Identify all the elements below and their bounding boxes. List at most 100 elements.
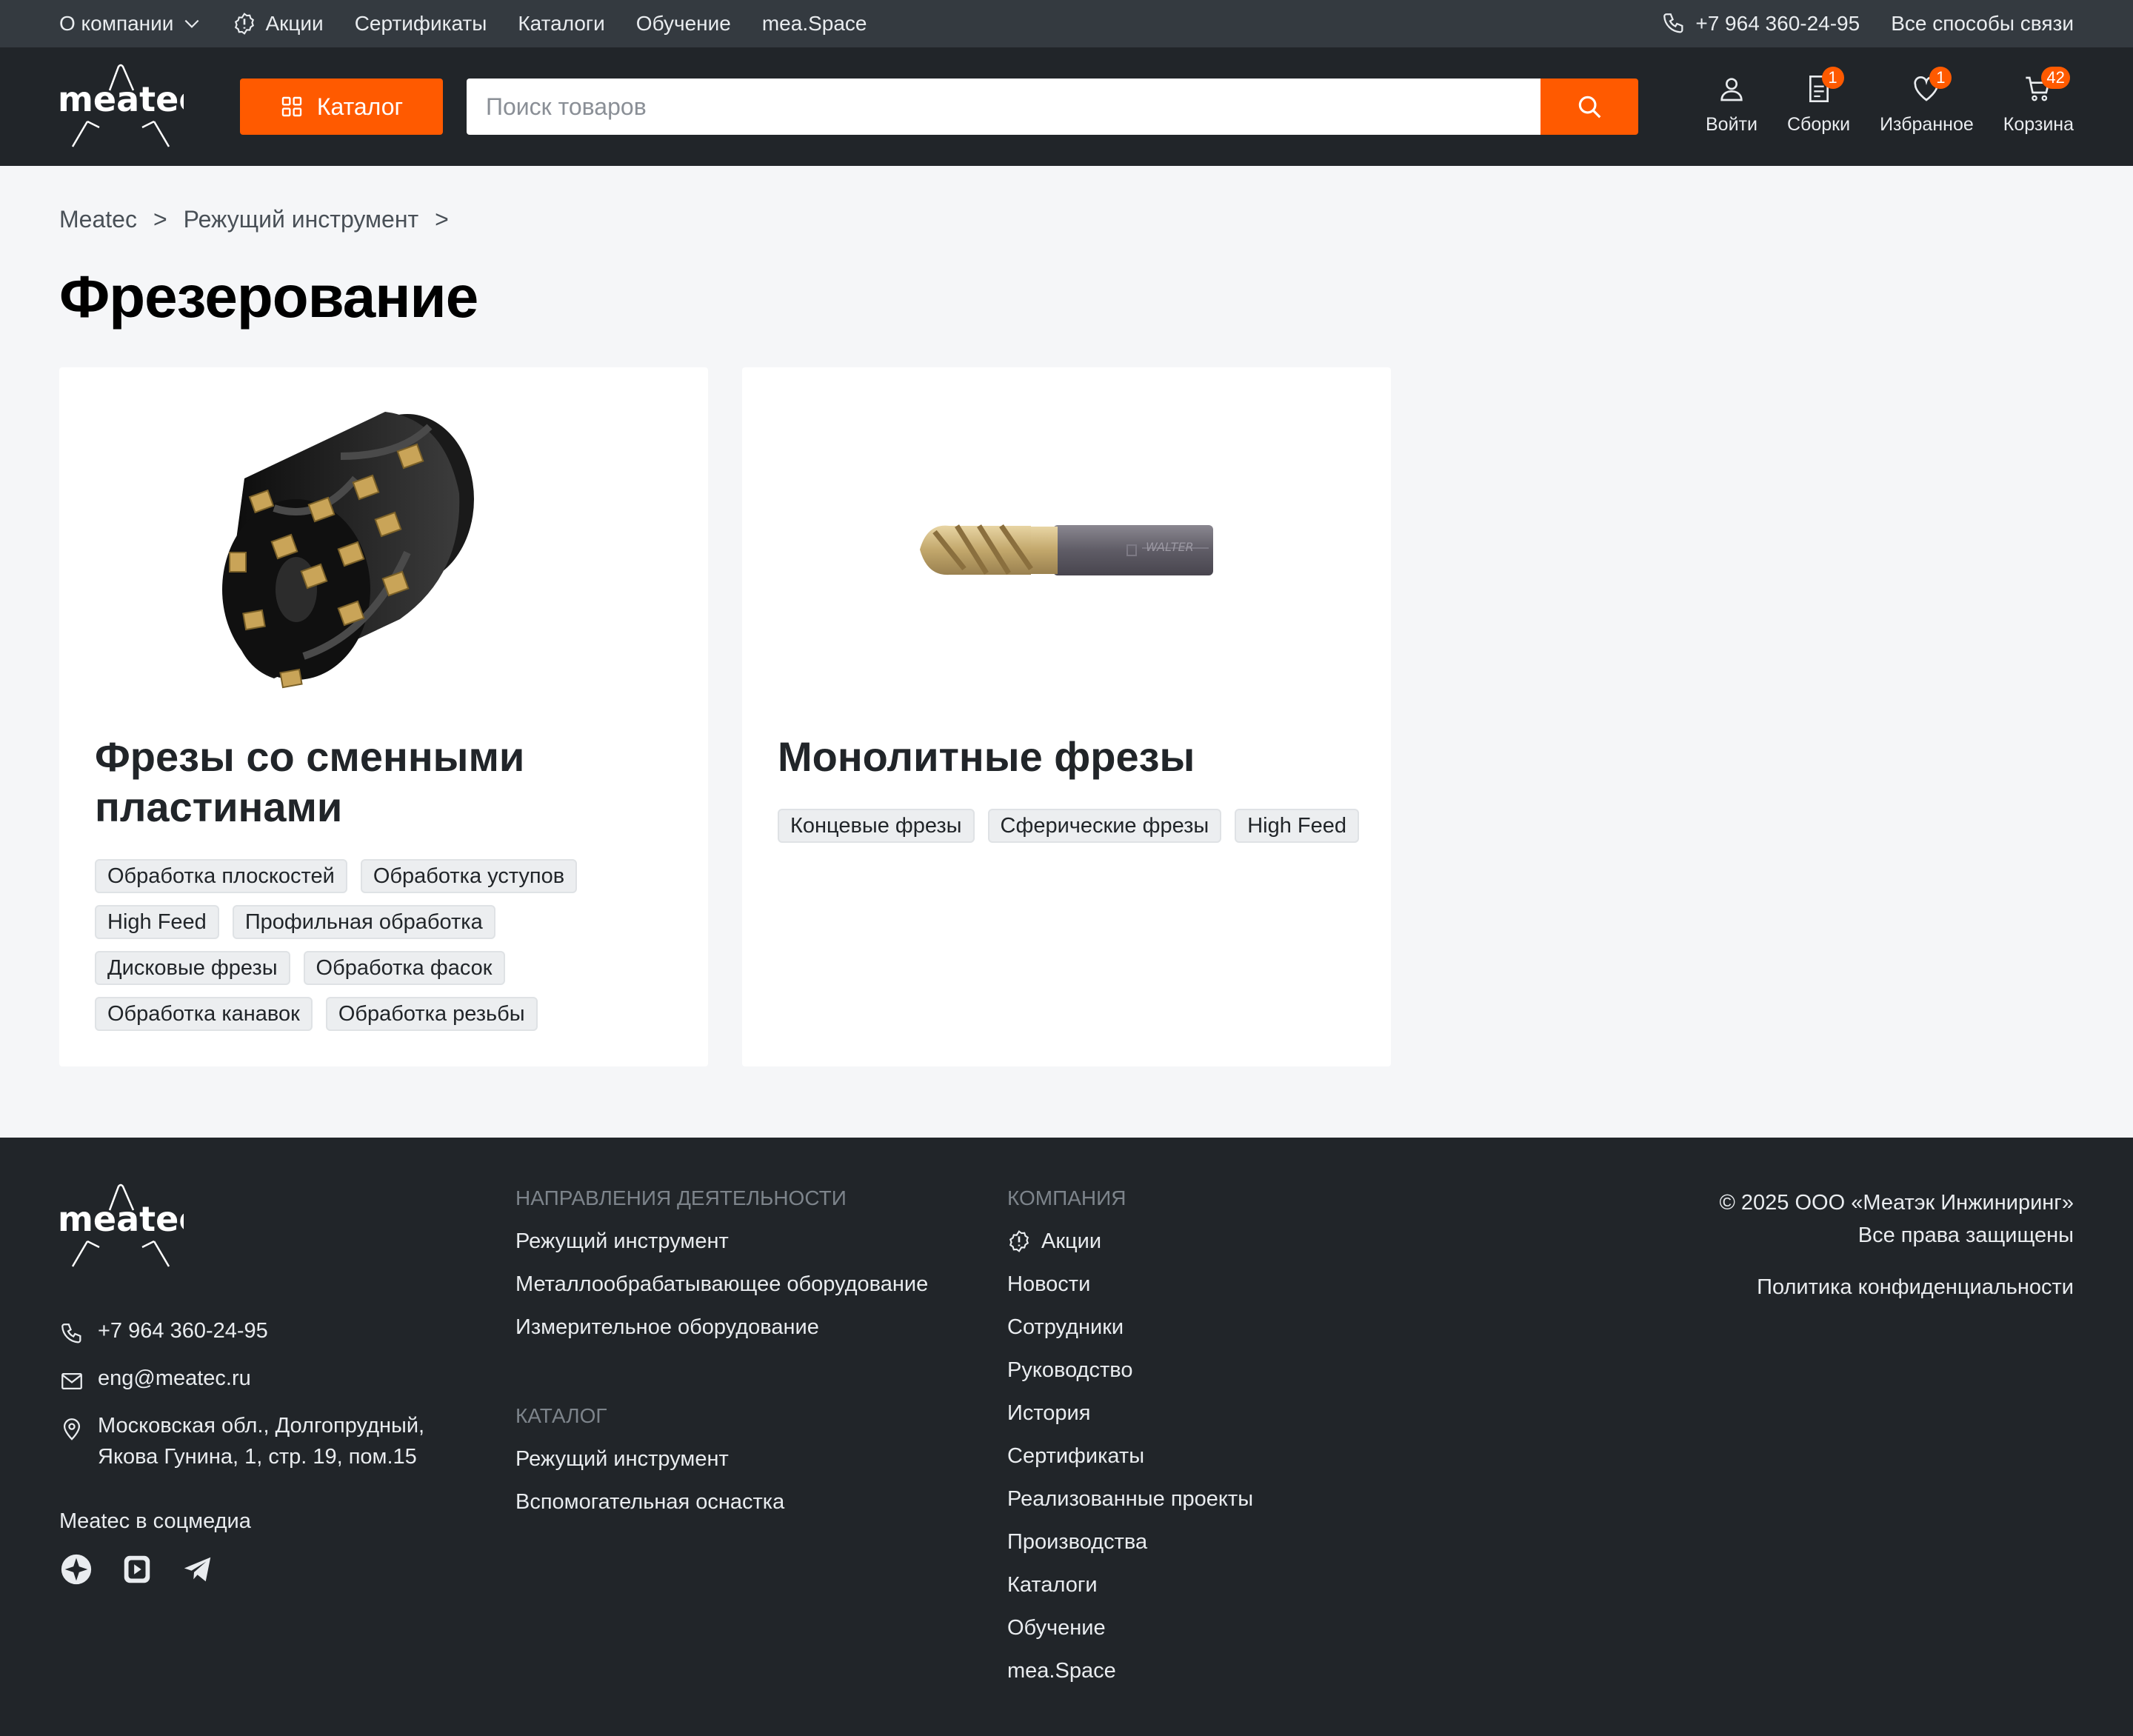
card-title[interactable]: Фрезы со сменными пластинами [95, 732, 672, 832]
builds-button[interactable]: 1 Сборки [1787, 67, 1850, 145]
address-line: Московская обл., Долгопрудный, [98, 1414, 425, 1438]
builds-badge: 1 [1821, 67, 1844, 89]
tag[interactable]: High Feed [1235, 809, 1360, 843]
location-pin-icon [63, 1418, 81, 1440]
tag[interactable]: Обработка уступов [360, 859, 578, 893]
topbar-contacts-label: Все способы связи [1891, 12, 2074, 35]
breadcrumb-link-home[interactable]: Meatec [59, 206, 137, 233]
topbar-nav: О компании Акции Сертификаты Каталоги Об… [59, 0, 867, 47]
grid-icon [281, 96, 302, 117]
footer-link[interactable]: Новости [1007, 1272, 1253, 1315]
tag[interactable]: Обработка фасок [303, 951, 505, 985]
footer-link[interactable]: История [1007, 1401, 1253, 1444]
rights-reserved: Все права защищены [1857, 1223, 2074, 1247]
topbar-link-label: Акции [265, 12, 324, 35]
footer-directions-heading: Направления деятельности [515, 1186, 847, 1209]
tag[interactable]: Обработка резьбы [325, 997, 538, 1031]
topbar-link-certificates[interactable]: Сертификаты [355, 12, 487, 36]
cart-button[interactable]: 42 Корзина [2003, 67, 2074, 145]
card-title[interactable]: Монолитные фрезы [778, 732, 1355, 782]
header: meatec Каталог Войти 1 Сборки 1 [0, 47, 2133, 166]
footer-link[interactable]: Вспомогательная оснастка [515, 1490, 928, 1533]
footer-link[interactable]: Измерительное оборудование [515, 1315, 928, 1358]
footer-company-column: Компания Акции Новости Сотрудники Руково… [1007, 1186, 1253, 1702]
topbar-link-education[interactable]: Обучение [636, 12, 731, 36]
social-links [59, 1552, 215, 1586]
topbar-link-label: О компании [59, 12, 174, 35]
breadcrumb-link-cutting-tools[interactable]: Режущий инструмент [184, 206, 419, 233]
footer-email[interactable]: eng@meatec.ru [59, 1363, 424, 1394]
catalog-button[interactable]: Каталог [240, 79, 443, 135]
mail-icon [61, 1372, 82, 1390]
topbar-link-catalogs[interactable]: Каталоги [518, 12, 604, 36]
tag[interactable]: Обработка плоскостей [95, 859, 347, 893]
tag[interactable]: Профильная обработка [232, 905, 495, 939]
search-icon [1578, 96, 1601, 118]
social-title: Meatec в соцмедиа [59, 1509, 251, 1533]
topbar-link-promo[interactable]: Акции [233, 12, 324, 36]
topbar-contacts: +7 964 360-24-95 Все способы связи [1661, 0, 2074, 47]
topbar-link-label: Сертификаты [354, 12, 487, 35]
tag[interactable]: Дисковые фрезы [95, 951, 290, 985]
topbar: О компании Акции Сертификаты Каталоги Об… [0, 0, 2133, 47]
user-icon [1720, 78, 1743, 101]
search-input[interactable] [467, 79, 1540, 135]
tag[interactable]: Сферические фрезы [987, 809, 1222, 843]
indexable-mill-image [222, 412, 474, 689]
footer-link-label: Акции [1041, 1229, 1102, 1253]
promo-badge-icon [1009, 1230, 1029, 1252]
topbar-phone[interactable]: +7 964 360-24-95 [1661, 11, 1860, 36]
solid-end-mill-image: WALTER [920, 524, 1213, 575]
tag[interactable]: High Feed [95, 905, 219, 939]
footer-link[interactable]: Металлообрабатывающее оборудование [515, 1272, 928, 1315]
privacy-policy-link[interactable]: Политика конфиденциальности [1720, 1271, 2074, 1303]
favorites-button[interactable]: 1 Избранное [1880, 67, 1974, 145]
copyright: © 2025 ООО «Меатэк Инжиниринг» [1719, 1191, 2074, 1215]
topbar-link-label: Обучение [635, 12, 731, 35]
search-button[interactable] [1540, 79, 1638, 135]
favorites-label: Избранное [1880, 114, 1974, 135]
breadcrumb-separator: > [435, 206, 449, 233]
tag-list: Концевые фрезы Сферические фрезы High Fe… [778, 809, 1363, 843]
footer-link[interactable]: Режущий инструмент [515, 1229, 928, 1272]
topbar-all-contacts[interactable]: Все способы связи [1891, 12, 2074, 36]
footer-link[interactable]: Обучение [1007, 1616, 1253, 1659]
footer-link[interactable]: Производства [1007, 1530, 1253, 1573]
footer-logo[interactable]: meatec [58, 1182, 184, 1271]
footer-directions-column: Направления деятельности Режущий инструм… [515, 1186, 928, 1533]
footer-link[interactable]: Режущий инструмент [515, 1447, 928, 1490]
promo-badge-icon [235, 13, 255, 35]
topbar-link-measpace[interactable]: mea.Space [762, 12, 867, 36]
logo-text: meatec [58, 1199, 184, 1239]
vk-video-icon[interactable] [59, 1552, 93, 1586]
rutube-icon[interactable] [120, 1552, 154, 1586]
footer-link[interactable]: mea.Space [1007, 1659, 1253, 1702]
login-button[interactable]: Войти [1706, 71, 1758, 145]
footer-phone-label: +7 964 360-24-95 [98, 1319, 268, 1343]
favorites-badge: 1 [1929, 67, 1952, 89]
breadcrumb-separator: > [153, 206, 167, 233]
footer-link-promo[interactable]: Акции [1007, 1229, 1253, 1272]
footer-link[interactable]: Реализованные проекты [1007, 1487, 1253, 1530]
footer-catalog-heading: Каталог [515, 1404, 607, 1427]
category-card-solid-mills[interactable]: WALTER Монолитные фрезы Концевые фрезы С… [742, 367, 1391, 1066]
telegram-icon[interactable] [181, 1552, 215, 1586]
tag[interactable]: Обработка канавок [95, 997, 313, 1031]
cart-badge: 42 [2041, 67, 2070, 89]
topbar-link-about[interactable]: О компании [59, 12, 201, 36]
footer-link[interactable]: Сотрудники [1007, 1315, 1253, 1358]
meatec-logo[interactable]: meatec [58, 62, 184, 151]
footer-email-label: eng@meatec.ru [98, 1366, 251, 1390]
footer-link[interactable]: Руководство [1007, 1358, 1253, 1401]
category-card-indexable-mills[interactable]: Фрезы со сменными пластинами Обработка п… [59, 367, 708, 1066]
header-actions: Войти 1 Сборки 1 Избранное 42 Корзина [1706, 67, 2074, 145]
footer-address: Московская обл., Долгопрудный, Якова Гун… [59, 1410, 424, 1472]
footer-phone[interactable]: +7 964 360-24-95 [59, 1315, 424, 1346]
login-label: Войти [1706, 114, 1758, 135]
logo-text: meatec [58, 79, 184, 119]
footer-legal: © 2025 ООО «Меатэк Инжиниринг» Все права… [1720, 1186, 2074, 1303]
tag[interactable]: Концевые фрезы [778, 809, 975, 843]
footer-link[interactable]: Каталоги [1007, 1573, 1253, 1616]
footer-link[interactable]: Сертификаты [1007, 1444, 1253, 1487]
footer-company-heading: Компания [1007, 1186, 1126, 1209]
